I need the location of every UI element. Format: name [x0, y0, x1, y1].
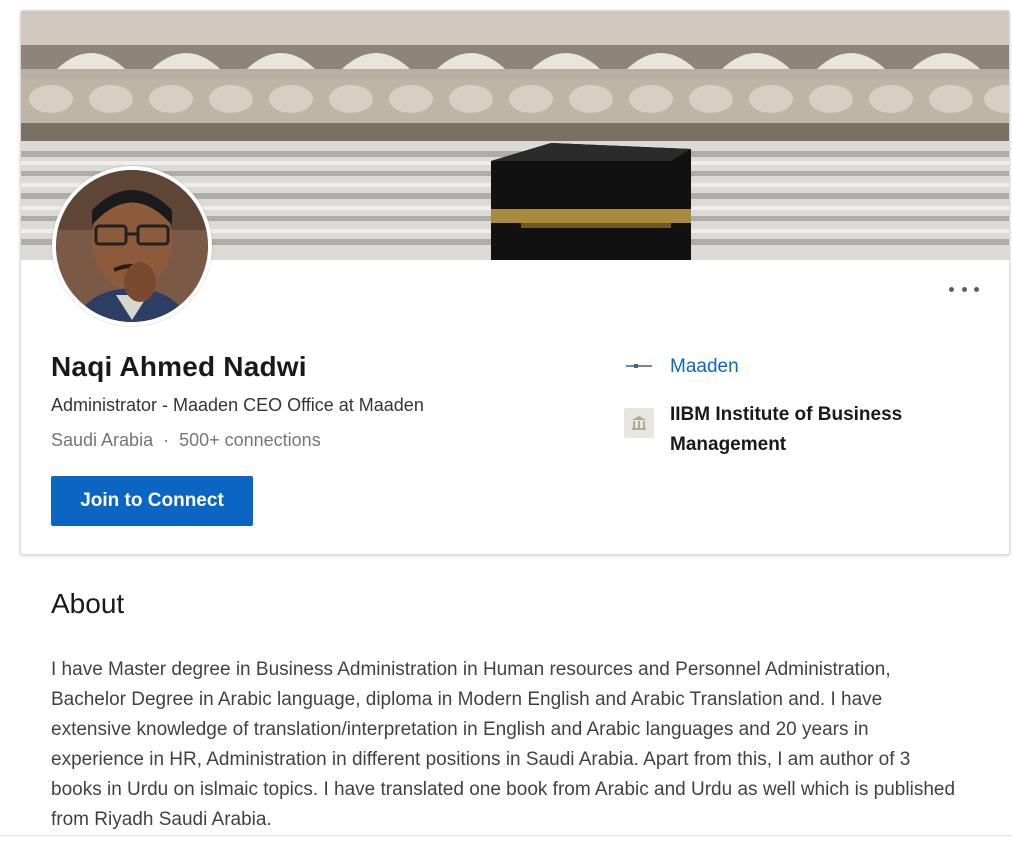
company-name-link[interactable]: Maaden	[670, 351, 739, 383]
school-building-icon	[624, 408, 654, 438]
profile-connections[interactable]: 500+ connections	[179, 430, 321, 451]
profile-page: Naqi Ahmed Nadwi Administrator - Maaden …	[0, 0, 1012, 847]
more-options-button[interactable]	[949, 281, 979, 297]
more-horizontal-icon	[949, 286, 954, 292]
section-divider	[0, 835, 1012, 836]
profile-organizations: Maaden IIBM Institute of Business Manage…	[624, 351, 954, 460]
profile-photo[interactable]	[52, 166, 212, 326]
profile-location: Saudi Arabia	[51, 430, 154, 450]
company-row[interactable]: Maaden	[624, 351, 954, 383]
profile-name: Naqi Ahmed Nadwi	[51, 351, 307, 382]
join-to-connect-button[interactable]: Join to Connect	[51, 476, 253, 526]
profile-top-card: Naqi Ahmed Nadwi Administrator - Maaden …	[20, 10, 1010, 555]
profile-photo-art	[56, 170, 208, 322]
about-text: I have Master degree in Business Adminis…	[51, 659, 956, 830]
school-name[interactable]: IIBM Institute of Business Management	[670, 400, 930, 460]
school-row[interactable]: IIBM Institute of Business Management	[624, 400, 954, 460]
meta-separator: ·	[163, 430, 170, 450]
profile-headline: Administrator - Maaden CEO Office at Maa…	[51, 395, 424, 415]
about-heading: About	[51, 588, 125, 619]
profile-meta: Saudi Arabia · 500+ connections	[51, 430, 321, 451]
more-dot	[961, 286, 967, 292]
company-logo-icon	[624, 351, 654, 381]
more-dot	[974, 286, 979, 292]
